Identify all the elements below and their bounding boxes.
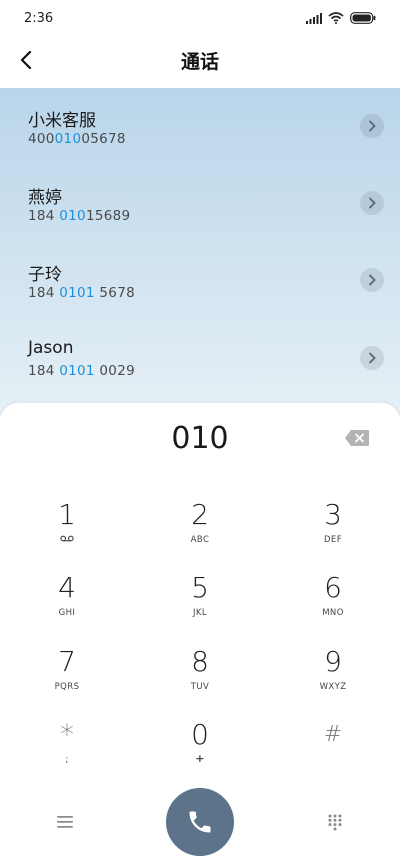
menu-button[interactable] <box>50 807 80 837</box>
contact-detail-button[interactable] <box>360 346 384 370</box>
key-8[interactable]: 8 TUV <box>140 646 260 712</box>
key-5[interactable]: 5 JKL <box>140 572 260 638</box>
key-9[interactable]: 9 WXYZ <box>273 646 393 712</box>
back-button[interactable] <box>10 44 42 76</box>
contact-detail-button[interactable] <box>360 191 384 215</box>
contact-name: 小米客服 <box>28 111 96 131</box>
dialed-number: 010 <box>171 421 229 456</box>
phone-icon <box>189 811 211 833</box>
wifi-icon <box>328 12 344 24</box>
battery-icon <box>350 12 376 24</box>
contact-result[interactable]: 子玲 184 0101 5678 <box>0 242 400 320</box>
keypad-icon <box>328 814 342 830</box>
chevron-right-icon <box>369 197 376 209</box>
contact-result[interactable]: 燕婷 184 01015689 <box>0 165 400 243</box>
keypad-toggle-button[interactable] <box>320 807 350 837</box>
contact-number: 184 0101 0029 <box>28 363 135 379</box>
status-time: 2:36 <box>24 10 54 26</box>
contact-result[interactable]: 小米客服 40001005678 <box>0 88 400 166</box>
search-results: 小米客服 40001005678 燕婷 184 01015689 子玲 184 … <box>0 88 400 418</box>
call-button[interactable] <box>166 788 234 856</box>
contact-name: 燕婷 <box>28 188 62 208</box>
key-0[interactable]: 0 + <box>140 719 260 785</box>
contact-name: 子玲 <box>28 265 62 285</box>
chevron-right-icon <box>369 352 376 364</box>
signal-icon <box>306 12 322 24</box>
chevron-right-icon <box>369 274 376 286</box>
contact-number: 184 01015689 <box>28 208 131 224</box>
menu-icon <box>57 816 73 828</box>
page-title: 通话 <box>180 50 219 73</box>
key-4[interactable]: 4 GHI <box>7 572 127 638</box>
key-3[interactable]: 3 DEF <box>273 499 393 565</box>
dialpad: 010 1 2 ABC 3 DEF 4 GHI 5 JKL 6 MNO 7 PQ… <box>0 403 400 866</box>
back-arrow-icon <box>20 51 32 69</box>
contact-result[interactable]: Jason 184 0101 0029 <box>0 320 400 398</box>
status-bar: 2:36 <box>0 0 400 36</box>
key-1[interactable]: 1 <box>7 499 127 565</box>
header: 通话 <box>0 36 400 84</box>
key-2[interactable]: 2 ABC <box>140 499 260 565</box>
status-icons <box>306 12 376 24</box>
key-star[interactable]: * ; <box>7 719 127 785</box>
contact-detail-button[interactable] <box>360 114 384 138</box>
backspace-icon <box>345 430 369 446</box>
voicemail-icon <box>60 535 74 542</box>
key-6[interactable]: 6 MNO <box>273 572 393 638</box>
key-hash[interactable]: # <box>273 719 393 785</box>
key-7[interactable]: 7 PQRS <box>7 646 127 712</box>
contact-detail-button[interactable] <box>360 268 384 292</box>
contact-name: Jason <box>28 338 74 358</box>
contact-number: 40001005678 <box>28 131 126 147</box>
backspace-button[interactable] <box>344 429 370 447</box>
chevron-right-icon <box>369 120 376 132</box>
contact-number: 184 0101 5678 <box>28 285 135 301</box>
